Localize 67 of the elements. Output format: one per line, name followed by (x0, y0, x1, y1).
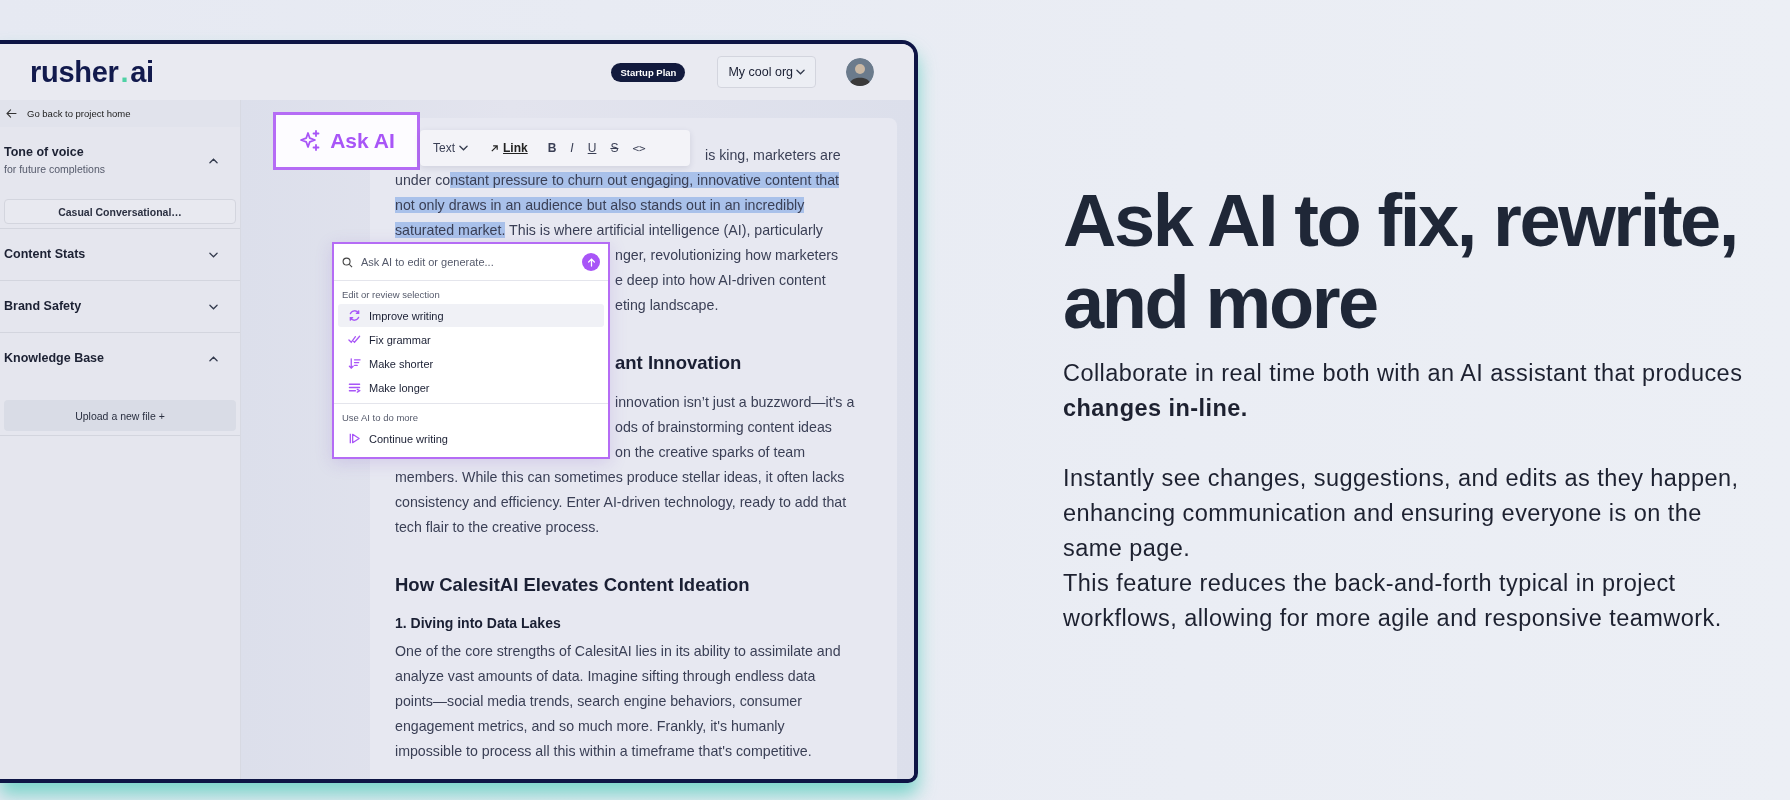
send-button[interactable] (582, 253, 600, 271)
body-text: ods of brainstorming content ideas (615, 419, 832, 435)
body-text: points—social media trends, search engine behaviors, consumer (395, 693, 802, 709)
menu-item[interactable]: Continue writing (338, 427, 604, 450)
body-text: This is where artificial intelligence (AI), particularly (508, 222, 823, 238)
body-text: under co (395, 172, 451, 188)
body-text: engagement metrics, and so much more. Frankly, it's humanly (395, 718, 785, 734)
avatar[interactable] (846, 58, 874, 86)
section-title[interactable]: Content Stats (4, 246, 86, 263)
hero-paragraph: Instantly see changes, suggestions, and edits as they happen, enhancing communication and ensuring everyone is on the same page. (1063, 464, 1740, 563)
search-icon (342, 256, 353, 268)
back-link[interactable]: Go back to project home (27, 108, 131, 119)
body-text: analyze vast amounts of data. Imagine sifting through endless data (395, 668, 816, 684)
hero-paragraph: This feature reduces the back-and-forth typical in project workflows, allowing for more agile and responsive teamwork. (1063, 569, 1723, 633)
arrow-up-right-icon (490, 143, 499, 153)
menu-section-label: Edit or review selection (341, 288, 441, 302)
code-button[interactable]: <> (627, 138, 651, 158)
menu-item[interactable]: Fix grammar (338, 328, 604, 351)
section-title[interactable]: Brand Safety (4, 298, 82, 315)
section-subtitle: for future completions (4, 162, 105, 177)
refresh-icon (348, 309, 361, 322)
section-title[interactable]: Knowledge Base (4, 350, 105, 367)
back-arrow-icon (6, 109, 17, 118)
section-title[interactable]: Tone of voice (4, 144, 105, 161)
body-text: members. While this can sometimes produce stellar ideas, it often lacks (395, 469, 845, 485)
ask-ai-input[interactable]: Ask AI to edit or generate... (359, 255, 576, 269)
body-text: is king, marketers are (705, 147, 841, 163)
body-text: e deep into how AI-driven content (615, 272, 826, 288)
document-heading: How CalesitAI Elevates Content Ideation (395, 574, 750, 595)
menu-section-label: Use AI to do more (341, 411, 420, 425)
underline-button[interactable]: U (582, 138, 602, 158)
selected-text: not only draws in an audience but also stands out in an incredibly (395, 197, 805, 213)
menu-item[interactable]: Make longer (338, 376, 604, 399)
body-text: impossible to process all this within a timeframe that's competitive. (395, 743, 812, 759)
lines-icon (348, 381, 361, 394)
body-text: nger, revolutionizing how marketers (615, 247, 839, 263)
body-text: eting landscape. (615, 297, 719, 313)
body-text: on the creative sparks of team (615, 444, 806, 460)
body-text: tech flair to the creative process. (395, 519, 600, 535)
bold-button[interactable]: B (542, 138, 562, 158)
tone-dropdown[interactable]: Casual Conversational… (4, 199, 236, 224)
chevron-down-icon (459, 145, 468, 151)
link-button[interactable]: Link (485, 138, 533, 158)
hero-paragraph: Collaborate in real time both with an AI assistant that produces changes in-line. (1063, 359, 1744, 423)
menu-item[interactable]: Improve writing (338, 304, 604, 327)
body-text: One of the core strengths of CalesitAI lies in its ability to assimilate and (395, 643, 841, 659)
upload-button[interactable]: Upload a new file + (4, 400, 236, 431)
ask-ai-button[interactable]: Ask AI (273, 112, 420, 170)
document-subheading: 1. Diving into Data Lakes (395, 615, 561, 631)
body-text: innovation isn’t just a buzzword—it's a (615, 394, 855, 410)
hero-title: Ask AI to fix, rewrite, and more (1063, 180, 1739, 344)
logo: rusher.ai (30, 55, 154, 89)
text-style-dropdown[interactable]: Text (428, 138, 473, 158)
sort-down-icon (348, 357, 361, 370)
strike-button[interactable]: S (605, 138, 624, 158)
plan-badge: Startup Plan (611, 62, 686, 82)
body-text: consistency and efficiency. Enter AI-driven technology, ready to add that (395, 494, 847, 510)
italic-button[interactable]: I (565, 138, 579, 158)
chevron-down-icon (796, 69, 805, 75)
double-check-icon (348, 333, 361, 346)
selected-text: saturated market. (395, 222, 506, 238)
play-icon (348, 432, 361, 445)
org-dropdown[interactable]: My cool org (717, 56, 816, 88)
selected-text: nstant pressure to churn out engaging, innovative content that (450, 172, 840, 188)
menu-item[interactable]: Make shorter (338, 352, 604, 375)
arrow-up-icon (586, 257, 596, 267)
document-heading: ant Innovation (615, 352, 742, 373)
